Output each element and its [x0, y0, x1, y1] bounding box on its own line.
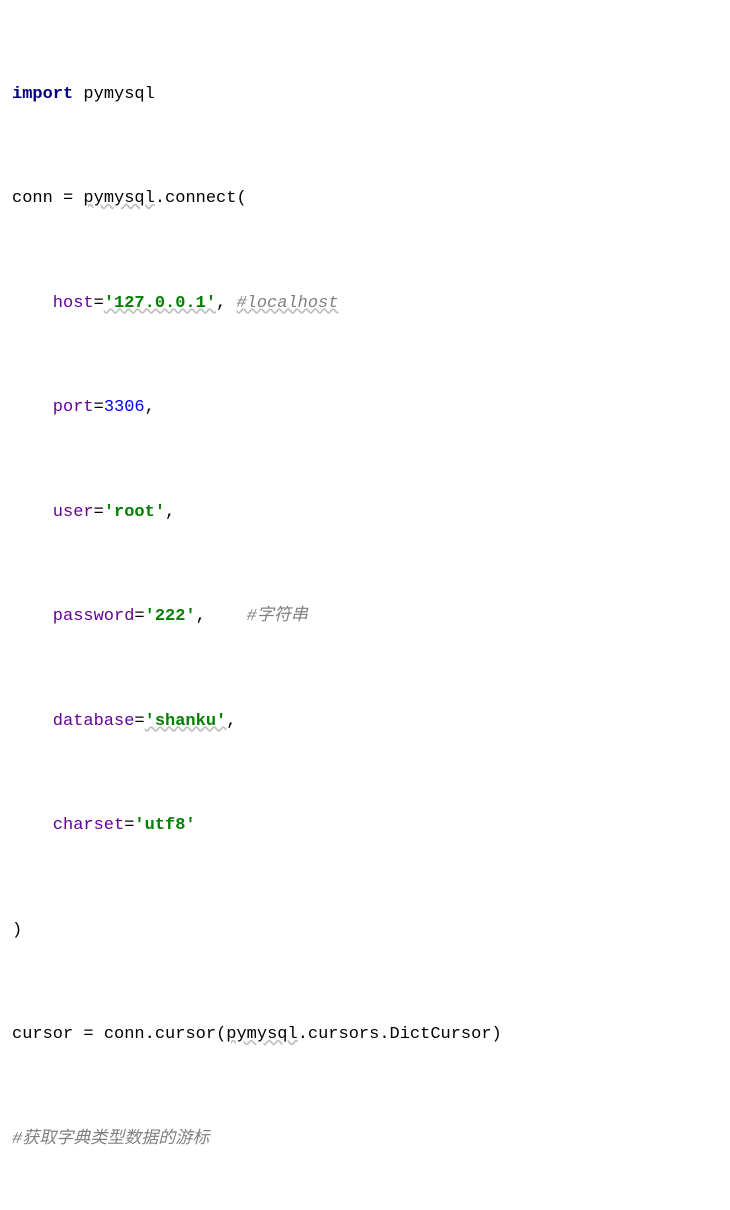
kwarg-password: password: [53, 607, 135, 626]
keyword-import: import: [12, 85, 73, 104]
kwarg-database: database: [53, 712, 135, 731]
code-line-10: cursor = conn.cursor(pymysql.cursors.Dic…: [12, 1018, 718, 1053]
comment-localhost: #localhost: [236, 294, 338, 313]
code-line-8: charset='utf8': [12, 809, 718, 844]
code-line-4: port=3306,: [12, 391, 718, 426]
comment-cursor: #获取字典类型数据的游标: [12, 1130, 209, 1149]
code-line-2: conn = pymysql.connect(: [12, 182, 718, 217]
comment-string: #字符串: [247, 607, 308, 626]
code-line-7: database='shanku',: [12, 705, 718, 740]
kwarg-charset: charset: [53, 816, 124, 835]
code-line-6: password='222', #字符串: [12, 600, 718, 635]
code-line-3: host='127.0.0.1', #localhost: [12, 287, 718, 322]
code-line-5: user='root',: [12, 496, 718, 531]
kwarg-host: host: [53, 294, 94, 313]
var-conn: conn: [12, 189, 53, 208]
code-snippet: import pymysql conn = pymysql.connect( h…: [12, 8, 718, 1210]
kwarg-port: port: [53, 398, 94, 417]
module-name: pymysql: [83, 85, 154, 104]
code-line-11: #获取字典类型数据的游标: [12, 1123, 718, 1158]
var-cursor: cursor: [12, 1025, 73, 1044]
kwarg-user: user: [53, 503, 94, 522]
code-line-9: ): [12, 914, 718, 949]
code-line-1: import pymysql: [12, 78, 718, 113]
